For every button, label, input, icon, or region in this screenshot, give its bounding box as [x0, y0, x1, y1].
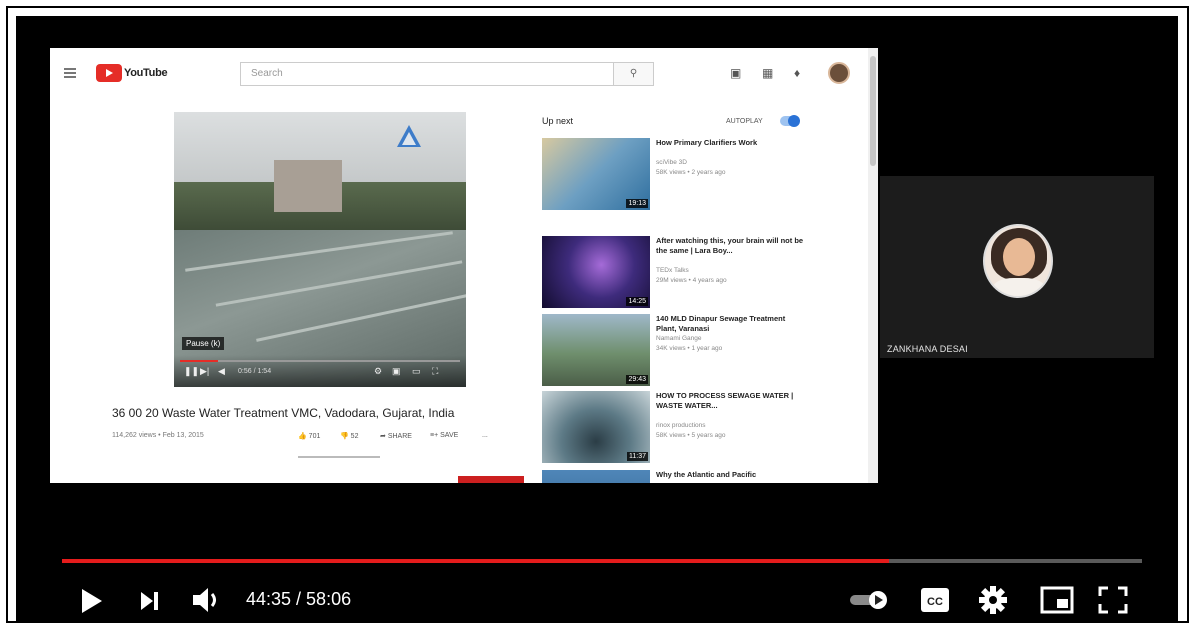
youtube-play-icon: [96, 64, 122, 82]
avatar-body: [993, 278, 1045, 296]
progress-bar[interactable]: [62, 559, 1142, 563]
recommended-thumbnail[interactable]: [542, 470, 650, 483]
recommended-meta: 34K views • 1 year ago: [656, 345, 723, 352]
recommended-channel: sciVibe 3D: [656, 159, 687, 166]
autoplay-label: AUTOPLAY: [726, 118, 763, 125]
participant-name: ZANKHANA DESAI: [887, 344, 968, 354]
recommended-channel: rinox productions: [656, 422, 706, 429]
recommended-video[interactable]: 14:25 After watching this, your brain wi…: [542, 236, 872, 308]
video-frame-building: [274, 160, 342, 212]
tank-wall: [185, 231, 453, 272]
recommended-meta: 58K views • 5 years ago: [656, 432, 726, 439]
youtube-logo-text: YouTube: [124, 67, 168, 79]
shared-screen: YouTube Search ⚲ ▣ ▦ ♦ Pause (k) ❚❚ ▶| ◀…: [50, 48, 878, 483]
menu-icon[interactable]: [64, 68, 76, 78]
recommended-title[interactable]: HOW TO PROCESS SEWAGE WATER | WASTE WATE…: [656, 391, 806, 411]
inner-settings-icon[interactable]: ⚙: [374, 366, 382, 377]
inner-video-progress-fill: [180, 360, 218, 362]
pause-tooltip: Pause (k): [182, 337, 225, 350]
autoplay-toggle[interactable]: [780, 115, 800, 127]
youtube-logo[interactable]: YouTube: [96, 63, 168, 83]
recommended-thumbnail[interactable]: 14:25: [542, 236, 650, 308]
video-duration: 19:13: [626, 199, 648, 208]
recommended-channel: Namami Gange: [656, 335, 702, 342]
participant-avatar: [983, 224, 1053, 298]
apps-grid-icon[interactable]: ▦: [762, 66, 773, 80]
video-title: 36 00 20 Waste Water Treatment VMC, Vado…: [112, 406, 455, 420]
subtitles-icon[interactable]: CC: [920, 587, 950, 613]
video-duration: 11:37: [627, 452, 648, 461]
dislike-count: 52: [350, 433, 359, 440]
save-button[interactable]: ≡+ SAVE: [430, 432, 458, 439]
next-icon[interactable]: [140, 591, 160, 611]
recommended-title[interactable]: Why the Atlantic and Pacific: [656, 470, 806, 480]
create-video-icon[interactable]: ▣: [730, 66, 741, 80]
search-icon[interactable]: ⚲: [614, 62, 654, 86]
participant-tile: ZANKHANA DESAI: [880, 176, 1154, 358]
account-avatar[interactable]: [828, 62, 850, 84]
up-next-heading: Up next: [542, 116, 574, 126]
inner-volume-icon[interactable]: ◀: [218, 366, 225, 377]
recommended-title[interactable]: 140 MLD Dinapur Sewage Treatment Plant, …: [656, 314, 806, 334]
recommended-video[interactable]: 29:43 140 MLD Dinapur Sewage Treatment P…: [542, 314, 872, 386]
video-duration: 29:43: [626, 375, 648, 384]
like-count: 701: [308, 433, 321, 440]
share-label: SHARE: [387, 433, 412, 440]
settings-gear-icon[interactable]: [978, 585, 1008, 615]
avatar-face: [1003, 238, 1035, 276]
recommended-thumbnail[interactable]: 11:37: [542, 391, 650, 463]
fullscreen-icon[interactable]: [1098, 586, 1128, 614]
like-ratio-bar: [298, 456, 380, 458]
scrollbar-thumb[interactable]: [870, 56, 876, 166]
inner-theater-icon[interactable]: ▭: [412, 366, 421, 377]
autoplay-toggle-icon[interactable]: [848, 588, 890, 612]
inner-next-icon[interactable]: ▶|: [200, 366, 209, 377]
recommended-channel: TEDx Talks: [656, 267, 689, 274]
tank-wall: [215, 260, 463, 307]
more-actions-button[interactable]: ...: [482, 432, 488, 439]
recommended-title[interactable]: After watching this, your brain will not…: [656, 236, 806, 256]
inner-video-progress[interactable]: [180, 360, 460, 362]
playback-time: 44:35 / 58:06: [246, 589, 352, 609]
recommended-meta: 29M views • 4 years ago: [656, 277, 727, 284]
page-scrollbar[interactable]: [868, 48, 878, 483]
subscribe-button[interactable]: [458, 476, 524, 483]
inner-miniplayer-icon[interactable]: ▣: [392, 366, 401, 377]
video-duration: 14:25: [626, 297, 648, 306]
search-input[interactable]: Search: [240, 62, 614, 86]
recommended-title[interactable]: How Primary Clarifiers Work: [656, 138, 806, 148]
inner-pause-icon[interactable]: ❚❚: [184, 366, 199, 377]
notifications-bell-icon[interactable]: ♦: [794, 66, 800, 80]
tank-wall: [256, 293, 466, 342]
channel-watermark-logo: [397, 125, 421, 147]
recommended-video[interactable]: 19:13 How Primary Clarifiers Work sciVib…: [542, 138, 872, 210]
recommended-video[interactable]: 11:37 HOW TO PROCESS SEWAGE WATER | WAST…: [542, 391, 872, 463]
save-label: SAVE: [440, 432, 459, 439]
play-icon[interactable]: [80, 588, 104, 614]
inner-fullscreen-icon[interactable]: ⛶: [432, 366, 438, 377]
svg-text:CC: CC: [927, 596, 943, 608]
recommended-video[interactable]: Why the Atlantic and Pacific: [542, 470, 872, 483]
share-button[interactable]: ➦ SHARE: [380, 432, 412, 440]
volume-icon[interactable]: [192, 586, 224, 614]
like-button[interactable]: 👍 701: [298, 432, 320, 440]
miniplayer-icon[interactable]: [1040, 586, 1074, 614]
recommended-thumbnail[interactable]: 29:43: [542, 314, 650, 386]
video-meta: 114,262 views • Feb 13, 2015: [112, 432, 204, 439]
recommended-meta: 58K views • 2 years ago: [656, 169, 726, 176]
inner-video-time: 0:56 / 1:54: [238, 368, 272, 375]
dislike-button[interactable]: 👎 52: [340, 432, 358, 440]
recommended-thumbnail[interactable]: 19:13: [542, 138, 650, 210]
inner-video-player[interactable]: Pause (k) ❚❚ ▶| ◀ 0:56 / 1:54 ⚙ ▣ ▭ ⛶: [174, 112, 466, 387]
progress-bar-fill: [62, 559, 890, 563]
youtube-header: YouTube Search ⚲ ▣ ▦ ♦: [50, 48, 878, 100]
